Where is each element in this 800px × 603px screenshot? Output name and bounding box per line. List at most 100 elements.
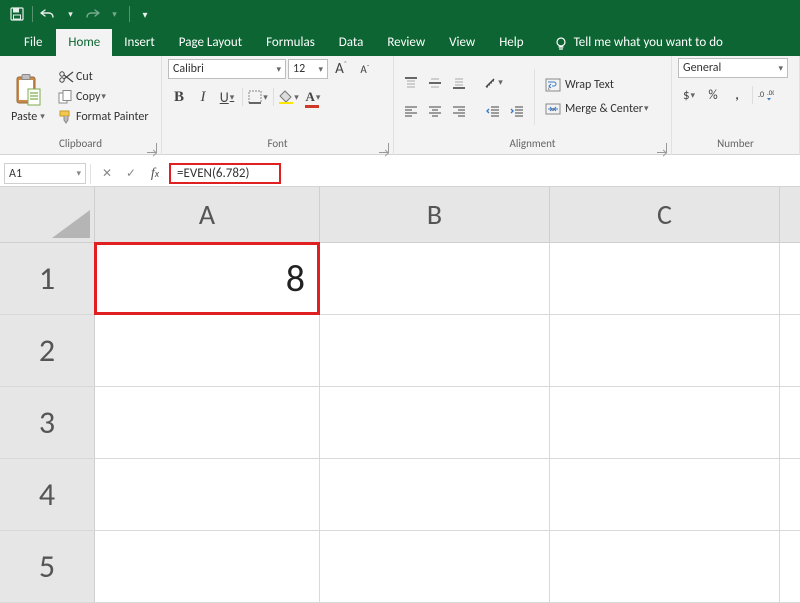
row-header-5[interactable]: 5 <box>0 531 95 603</box>
decrease-font-button[interactable]: Aˇ <box>354 58 376 80</box>
decrease-indent-button[interactable] <box>482 100 504 122</box>
group-alignment: ▾ c Wrap Text <box>394 56 672 155</box>
align-middle-button[interactable] <box>424 72 446 94</box>
tab-formulas[interactable]: Formulas <box>254 29 327 56</box>
save-icon[interactable] <box>6 3 28 25</box>
tab-insert[interactable]: Insert <box>112 29 167 56</box>
select-all-corner[interactable] <box>0 187 95 243</box>
tab-page-layout[interactable]: Page Layout <box>167 29 254 56</box>
cell-b3[interactable] <box>320 387 550 459</box>
cell-d3[interactable] <box>780 387 800 459</box>
customize-qat-icon[interactable]: ▾ <box>134 3 156 25</box>
dialog-launcher-icon[interactable] <box>379 143 389 153</box>
formula-input[interactable]: =EVEN(6.782) <box>169 163 281 184</box>
increase-indent-button[interactable] <box>506 100 528 122</box>
align-left-button[interactable] <box>400 100 422 122</box>
insert-function-button[interactable]: fx <box>143 163 167 184</box>
cell-c2[interactable] <box>550 315 780 387</box>
increase-decimal-button[interactable]: .0.00 <box>757 86 775 104</box>
tab-help[interactable]: Help <box>487 29 535 56</box>
align-top-button[interactable] <box>400 72 422 94</box>
chevron-down-icon: ▾ <box>76 168 81 179</box>
redo-dropdown-icon[interactable]: ▾ <box>103 3 125 25</box>
tab-file[interactable]: File <box>10 29 56 56</box>
increase-font-button[interactable]: Aˆ <box>330 58 352 80</box>
cell-b2[interactable] <box>320 315 550 387</box>
cell-c4[interactable] <box>550 459 780 531</box>
copy-button[interactable]: Copy ▾ <box>54 88 153 106</box>
row-header-4[interactable]: 4 <box>0 459 95 531</box>
border-button[interactable]: ▾ <box>247 86 269 108</box>
format-painter-label: Format Painter <box>76 110 149 124</box>
cell-c5[interactable] <box>550 531 780 603</box>
wrap-text-label: Wrap Text <box>565 78 614 92</box>
cell-d5[interactable] <box>780 531 800 603</box>
row-header-1[interactable]: 1 <box>0 243 95 315</box>
font-name-value: Calibri <box>173 62 204 76</box>
chevron-down-icon: ▾ <box>101 91 106 102</box>
comma-format-button[interactable]: , <box>726 84 748 106</box>
bold-button[interactable]: B <box>168 86 190 108</box>
cell-a3[interactable] <box>95 387 320 459</box>
column-header-extra[interactable] <box>780 187 800 243</box>
cut-label: Cut <box>76 70 93 84</box>
tab-home[interactable]: Home <box>56 29 112 56</box>
number-format-select[interactable]: General ▾ <box>678 58 788 78</box>
underline-button[interactable]: U▾ <box>216 86 238 108</box>
row-header-3[interactable]: 3 <box>0 387 95 459</box>
lightbulb-icon <box>554 36 568 50</box>
cell-d1[interactable] <box>780 243 800 315</box>
cell-b4[interactable] <box>320 459 550 531</box>
column-header-b[interactable]: B <box>320 187 550 243</box>
cell-a1[interactable]: 8 <box>95 243 320 315</box>
clipboard-icon <box>13 74 43 108</box>
cell-a2[interactable] <box>95 315 320 387</box>
dialog-launcher-icon[interactable] <box>657 143 667 153</box>
separator <box>752 86 753 104</box>
undo-dropdown-icon[interactable]: ▾ <box>59 3 81 25</box>
cell-d4[interactable] <box>780 459 800 531</box>
cell-c3[interactable] <box>550 387 780 459</box>
merge-center-button[interactable]: a Merge & Center ▾ <box>541 100 653 118</box>
align-right-button[interactable] <box>448 100 470 122</box>
tell-me-search[interactable]: Tell me what you want to do <box>542 29 735 56</box>
align-bottom-button[interactable] <box>448 72 470 94</box>
tab-data[interactable]: Data <box>327 29 376 56</box>
cell-a5[interactable] <box>95 531 320 603</box>
group-clipboard-label: Clipboard <box>59 137 102 150</box>
row-header-2[interactable]: 2 <box>0 315 95 387</box>
font-name-select[interactable]: Calibri ▾ <box>168 59 286 79</box>
percent-format-button[interactable]: % <box>702 84 724 106</box>
cell-b5[interactable] <box>320 531 550 603</box>
tab-view[interactable]: View <box>437 29 487 56</box>
orientation-button[interactable]: ▾ <box>482 72 504 94</box>
italic-button[interactable]: I <box>192 86 214 108</box>
dialog-launcher-icon[interactable] <box>147 143 157 153</box>
group-number-label: Number <box>717 137 754 150</box>
tab-review[interactable]: Review <box>375 29 437 56</box>
paste-button[interactable]: Paste▾ <box>6 70 50 124</box>
format-painter-button[interactable]: Format Painter <box>54 108 153 126</box>
cell-b1[interactable] <box>320 243 550 315</box>
name-box-value: A1 <box>9 167 22 181</box>
formula-value: =EVEN(6.782) <box>177 166 249 181</box>
chevron-down-icon: ▾ <box>644 103 649 114</box>
cell-d2[interactable] <box>780 315 800 387</box>
enter-formula-button[interactable]: ✓ <box>119 163 143 184</box>
wrap-text-button[interactable]: c Wrap Text <box>541 76 653 94</box>
cell-a4[interactable] <box>95 459 320 531</box>
cut-button[interactable]: Cut <box>54 68 153 86</box>
undo-icon[interactable] <box>37 3 59 25</box>
cell-c1[interactable] <box>550 243 780 315</box>
accounting-format-button[interactable]: $ ▾ <box>678 84 700 106</box>
align-center-button[interactable] <box>424 100 446 122</box>
column-header-c[interactable]: C <box>550 187 780 243</box>
cancel-formula-button[interactable]: ✕ <box>95 163 119 184</box>
font-size-select[interactable]: 12 ▾ <box>288 59 328 79</box>
name-box[interactable]: A1 ▾ <box>4 163 86 184</box>
merge-icon: a <box>545 102 561 116</box>
redo-icon[interactable] <box>81 3 103 25</box>
font-color-button[interactable]: A▾ <box>302 86 324 108</box>
column-header-a[interactable]: A <box>95 187 320 243</box>
fill-color-button[interactable]: ▾ <box>278 86 300 108</box>
